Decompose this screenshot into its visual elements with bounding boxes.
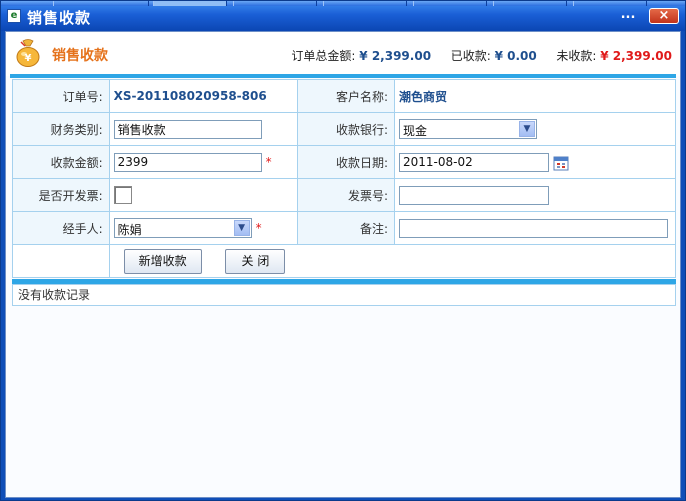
calendar-icon[interactable] <box>553 155 569 171</box>
add-payment-button[interactable]: 新增收款 <box>123 248 202 274</box>
handler-cell: 陈娟 ▼ * <box>108 211 299 245</box>
required-mark: * <box>265 155 272 169</box>
required-mark: * <box>255 220 262 235</box>
customer-label: 客户名称: <box>297 79 396 113</box>
received-label: 已收款: <box>450 49 491 63</box>
order-total-value: ¥ 2,399.00 <box>359 49 432 63</box>
background-tab <box>493 1 567 6</box>
background-tab <box>413 1 487 6</box>
finance-type-cell <box>108 112 299 146</box>
date-label: 收款日期: <box>297 145 396 179</box>
page-header: ¥ 销售收款 订单总金额: ¥ 2,399.00 已收款: ¥ 0.00 未收款… <box>6 32 680 76</box>
dialog-body: ¥ 销售收款 订单总金额: ¥ 2,399.00 已收款: ¥ 0.00 未收款… <box>5 31 681 498</box>
date-cell <box>394 145 676 179</box>
invoice-no-label: 发票号: <box>297 178 396 212</box>
window-title: 销售收款 <box>27 9 92 27</box>
date-input[interactable] <box>399 152 550 172</box>
amount-cell: * <box>108 145 299 179</box>
handler-select-value: 陈娟 <box>117 223 142 237</box>
customer-value: 潮色商贸 <box>394 79 676 113</box>
order-total-label: 订单总金额: <box>291 49 356 63</box>
received-value: ¥ 0.00 <box>494 49 537 63</box>
handler-select[interactable]: 陈娟 ▼ <box>113 218 252 238</box>
amount-input[interactable] <box>113 152 262 172</box>
invoice-flag-cell <box>108 178 299 212</box>
empty-records-message: 没有收款记录 <box>12 284 676 306</box>
amount-label: 收款金额: <box>12 145 110 179</box>
unreceived-label: 未收款: <box>556 49 597 63</box>
close-window-button[interactable]: × <box>649 8 679 24</box>
unreceived-value: ¥ 2,399.00 <box>600 49 672 63</box>
handler-label: 经手人: <box>12 211 110 245</box>
dialog-window: e 销售收款 ... × ¥ 销售收款 订单总金额: ¥ 2,399.00 已收… <box>0 0 686 501</box>
remark-input[interactable] <box>399 218 669 238</box>
chevron-down-icon[interactable]: ▼ <box>519 121 536 137</box>
close-button[interactable]: 关 闭 <box>225 248 286 274</box>
bank-select[interactable]: 现金 ▼ <box>399 119 538 139</box>
chevron-down-icon[interactable]: ▼ <box>233 220 250 236</box>
svg-text:¥: ¥ <box>25 53 32 64</box>
background-tab <box>573 1 647 6</box>
finance-type-input[interactable] <box>113 119 262 139</box>
background-tab <box>153 1 227 6</box>
remark-cell <box>394 211 676 245</box>
invoice-no-cell <box>394 178 676 212</box>
page-title: 销售收款 <box>52 48 108 64</box>
title-bar[interactable]: e 销售收款 ... × <box>1 1 685 31</box>
header-divider <box>10 74 676 78</box>
payment-form: 订单号: XS-201108020958-806 客户名称: 潮色商贸 财务类别… <box>12 79 677 278</box>
invoice-flag-label: 是否开发票: <box>12 178 110 212</box>
invoice-no-input[interactable] <box>399 185 550 205</box>
background-tab <box>323 1 407 6</box>
bank-label: 收款银行: <box>297 112 396 146</box>
actions-cell: 新增收款 关 闭 <box>108 244 677 278</box>
background-tab-strip <box>1 1 685 6</box>
background-tab <box>233 1 317 6</box>
order-no-value: XS-201108020958-806 <box>108 79 299 113</box>
order-no-label: 订单号: <box>12 79 110 113</box>
bank-cell: 现金 ▼ <box>394 112 676 146</box>
more-button[interactable]: ... <box>617 7 639 25</box>
amount-summary: 订单总金额: ¥ 2,399.00 已收款: ¥ 0.00 未收款: ¥ 2,3… <box>291 47 672 64</box>
finance-type-label: 财务类别: <box>12 112 110 146</box>
background-tab <box>53 1 149 6</box>
bank-select-value: 现金 <box>403 124 428 138</box>
app-ie-icon: e <box>7 9 21 23</box>
remark-label: 备注: <box>297 211 396 245</box>
empty-cell <box>12 244 110 278</box>
money-bag-icon: ¥ <box>16 39 40 67</box>
invoice-checkbox[interactable] <box>113 186 132 204</box>
